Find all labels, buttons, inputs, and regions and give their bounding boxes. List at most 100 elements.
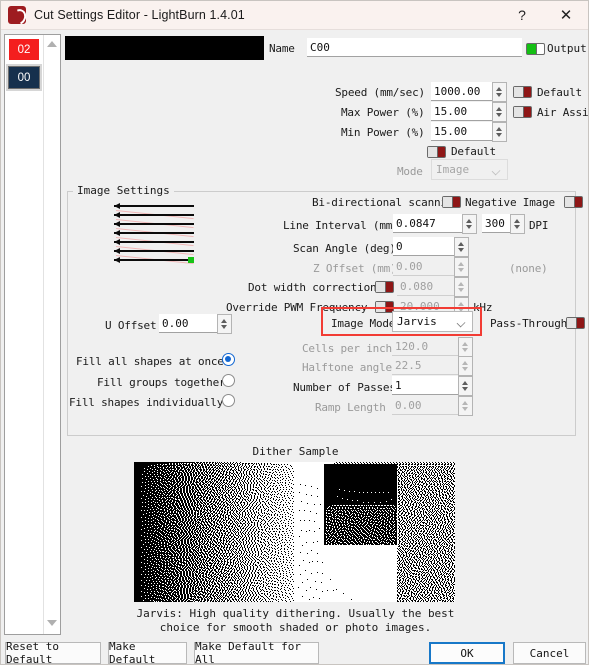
close-icon[interactable]: ✕	[544, 1, 588, 30]
dpi-stepper[interactable]	[510, 214, 525, 234]
mode-dropdown[interactable]: Image	[431, 159, 508, 180]
layer-row-02[interactable]: 02	[5, 39, 43, 60]
dither-sample-title: Dither Sample	[252, 445, 339, 458]
u-offset-stepper[interactable]	[217, 314, 232, 334]
line-interval-label: Line Interval (mm)	[283, 219, 399, 232]
make-default-for-all-button[interactable]: Make Default for All	[194, 640, 319, 665]
dot-width-label: Dot width correction	[248, 281, 377, 294]
cut-settings-editor-dialog: Cut Settings Editor - LightBurn 1.4.01 ?…	[0, 0, 589, 665]
image-mode-dropdown[interactable]: Jarvis	[392, 311, 473, 332]
fill-individual-radio[interactable]	[222, 394, 235, 407]
dot-width-input[interactable]: 0.080	[397, 277, 454, 296]
cells-per-inch-stepper[interactable]	[458, 337, 473, 357]
bidirectional-label: Bi-directional scanning	[312, 196, 460, 209]
max-power-input[interactable]: 15.00	[431, 102, 492, 121]
speed-input[interactable]: 1000.00	[431, 82, 492, 101]
dot-width-stepper[interactable]	[454, 277, 469, 297]
image-mode-value: Jarvis	[397, 315, 437, 328]
fill-all-label: Fill all shapes at once	[76, 355, 224, 368]
chevron-down-icon	[492, 167, 500, 172]
mode-label: Mode	[397, 165, 423, 178]
name-input[interactable]: C00	[307, 38, 522, 57]
min-power-input[interactable]: 15.00	[431, 122, 492, 141]
layer-list-panel: 02 00	[4, 34, 61, 635]
window-title: Cut Settings Editor - LightBurn 1.4.01	[34, 8, 245, 22]
ok-button[interactable]: OK	[429, 642, 505, 664]
speed-stepper[interactable]	[492, 82, 507, 102]
bidirectional-toggle[interactable]	[442, 196, 461, 208]
fill-all-radio[interactable]	[222, 353, 235, 366]
ramp-length-stepper[interactable]	[458, 396, 473, 416]
cells-per-inch-input[interactable]: 120.0	[392, 337, 458, 356]
chevron-down-icon	[457, 319, 465, 324]
speed-label: Speed (mm/sec)	[335, 86, 425, 99]
fill-groups-radio[interactable]	[222, 374, 235, 387]
max-power-stepper[interactable]	[492, 102, 507, 122]
cells-per-inch-label: Cells per inch	[302, 342, 392, 355]
image-mode-label: Image Mode	[331, 317, 396, 330]
cancel-button[interactable]: Cancel	[513, 642, 586, 664]
mode-dropdown-value: Image	[436, 163, 470, 176]
output-label: Output	[547, 42, 587, 55]
dot-width-toggle[interactable]	[375, 281, 394, 293]
image-settings-title: Image Settings	[73, 184, 174, 197]
dither-description-line2: choice for smooth shaded or photo images…	[159, 621, 432, 634]
help-icon[interactable]: ?	[500, 1, 544, 30]
pass-through-label: Pass-Through	[490, 317, 568, 330]
pwm-unit-label: kHz	[473, 301, 493, 314]
title-bar: Cut Settings Editor - LightBurn 1.4.01 ?…	[1, 1, 588, 30]
line-interval-input[interactable]: 0.0847	[393, 214, 462, 233]
reset-to-default-button[interactable]: Reset to Default	[5, 640, 101, 665]
layer-scrollbar[interactable]	[43, 35, 60, 634]
scroll-up-icon[interactable]	[46, 39, 59, 50]
layer-list: 02 00	[5, 35, 43, 634]
output-toggle[interactable]	[526, 42, 545, 55]
min-power-default-toggle[interactable]	[427, 146, 446, 158]
dpi-label: DPI	[529, 219, 549, 232]
output-toggle-switch[interactable]	[526, 43, 545, 55]
fill-individual-label: Fill shapes individually	[69, 396, 224, 409]
scan-direction-preview	[114, 203, 198, 265]
speed-default-label: Default	[537, 86, 582, 99]
name-label: Name	[269, 42, 295, 55]
ramp-length-label: Ramp Length	[315, 401, 386, 414]
dither-sample-preview	[134, 462, 455, 602]
layer-color-preview	[65, 36, 264, 60]
dither-description: Jarvis: High quality dithering. Usually …	[1, 607, 589, 635]
scan-angle-label: Scan Angle (deg)	[293, 242, 396, 255]
scan-angle-stepper[interactable]	[454, 237, 469, 257]
ramp-length-input[interactable]: 0.00	[392, 396, 458, 415]
line-interval-stepper[interactable]	[462, 214, 477, 234]
negative-image-toggle[interactable]	[564, 196, 583, 208]
z-offset-none-label: (none)	[509, 262, 548, 275]
halftone-angle-input[interactable]: 22.5	[392, 356, 458, 375]
passes-stepper[interactable]	[458, 376, 473, 396]
negative-image-label: Negative Image	[465, 196, 555, 209]
z-offset-stepper[interactable]	[454, 257, 469, 277]
air-assist-toggle[interactable]	[513, 106, 532, 118]
halftone-angle-label: Halftone angle	[302, 361, 392, 374]
min-power-default-label: Default	[451, 145, 496, 158]
u-offset-input[interactable]: 0.00	[159, 314, 217, 333]
scan-start-marker	[188, 257, 194, 263]
z-offset-input[interactable]: 0.00	[393, 257, 454, 276]
halftone-angle-stepper[interactable]	[458, 356, 473, 376]
dither-sample-canvas	[134, 462, 455, 602]
layer-swatch-00[interactable]: 00	[8, 66, 40, 89]
fill-groups-label: Fill groups together	[97, 376, 226, 389]
max-power-label: Max Power (%)	[341, 106, 425, 119]
passes-input[interactable]: 1	[392, 376, 458, 395]
dither-description-line1: Jarvis: High quality dithering. Usually …	[136, 607, 455, 620]
passes-label: Number of Passes	[293, 381, 396, 394]
air-assist-label: Air Assist	[537, 106, 589, 119]
layer-swatch-02[interactable]: 02	[9, 39, 39, 60]
u-offset-label: U Offset	[105, 319, 157, 332]
make-default-button[interactable]: Make Default	[108, 640, 187, 665]
min-power-stepper[interactable]	[492, 122, 507, 142]
min-power-label: Min Power (%)	[341, 126, 425, 139]
layer-row-00[interactable]: 00	[5, 62, 43, 89]
pass-through-toggle[interactable]	[566, 317, 585, 329]
speed-default-toggle[interactable]	[513, 86, 532, 98]
scan-angle-input[interactable]: 0	[393, 237, 454, 256]
pwm-label: Override PWM Frequency	[226, 301, 368, 314]
